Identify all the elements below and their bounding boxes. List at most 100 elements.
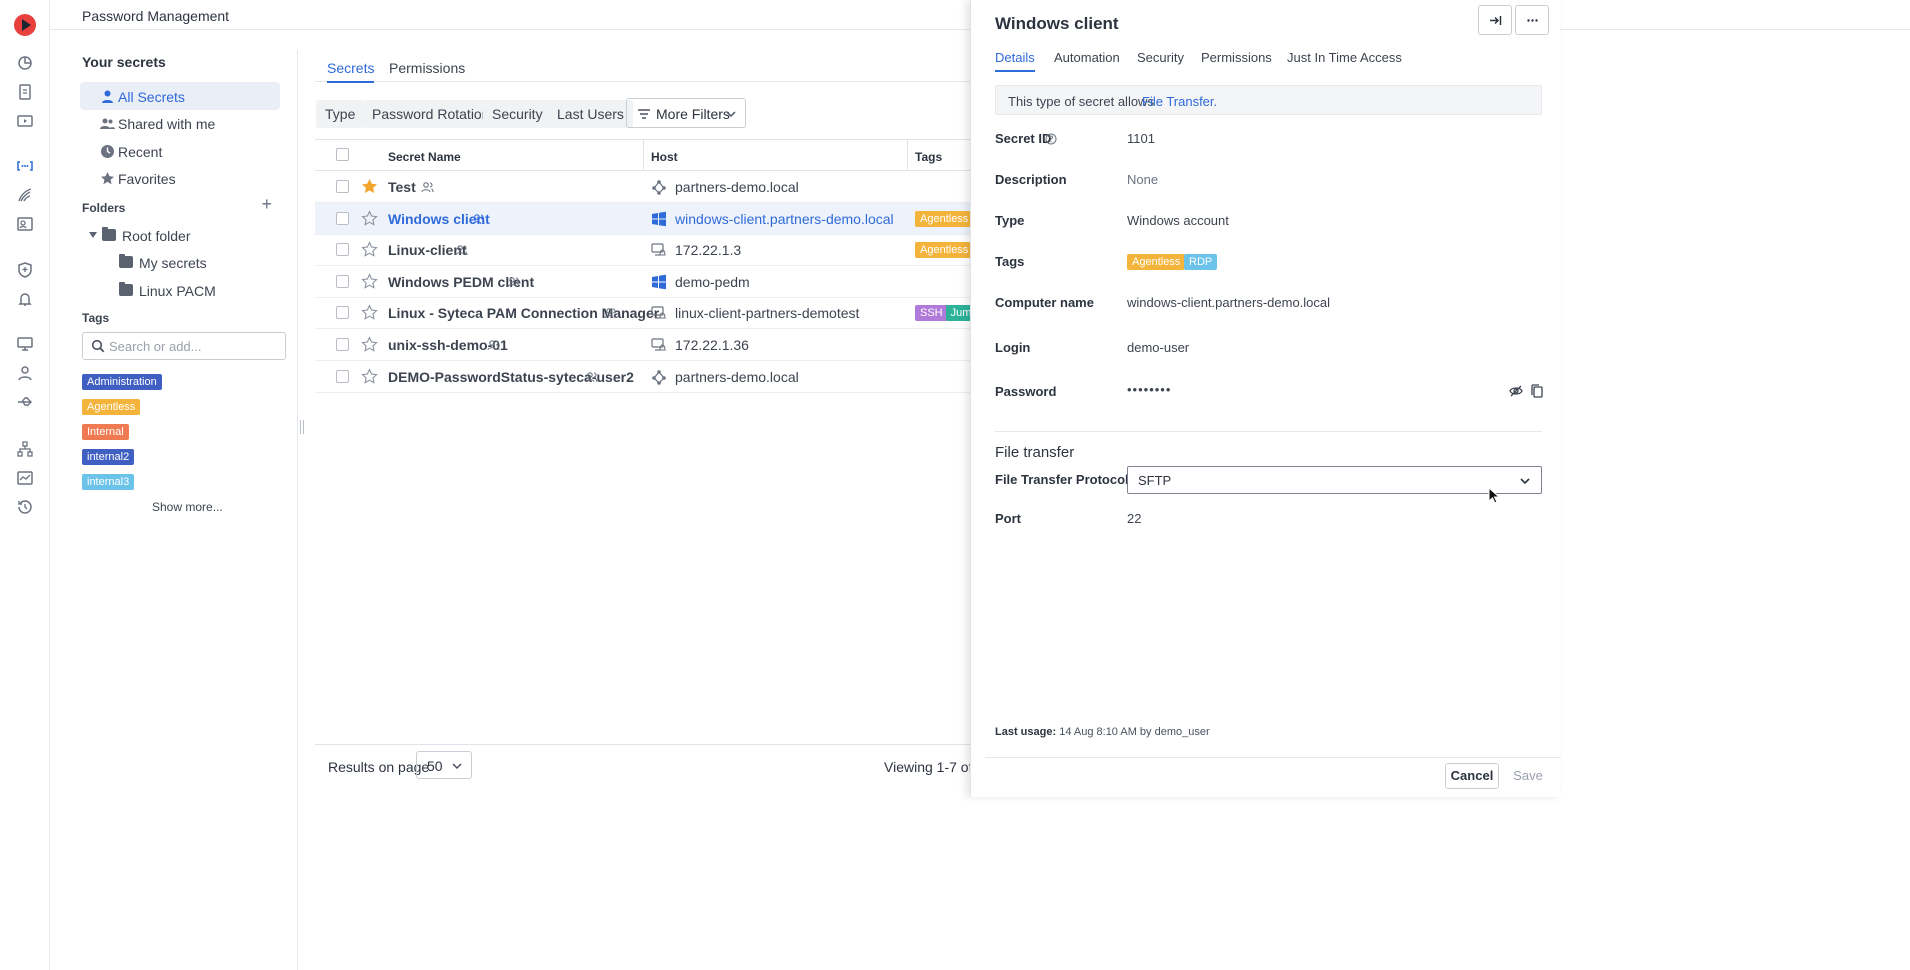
show-more-link[interactable]: Show more... [152,500,223,514]
access-icon[interactable] [16,186,34,204]
tag-chip-internal[interactable]: Internal [82,424,129,440]
nav-recent[interactable]: Recent [80,137,280,165]
history-icon[interactable] [16,498,34,516]
filter-security[interactable]: Security [483,100,552,128]
tag-chip-internal3[interactable]: internal3 [82,474,135,490]
column-divider[interactable] [907,140,908,171]
table-row[interactable]: Windows client windows-client.partners-de… [315,202,975,235]
computer-name-label: Computer name [995,295,1094,310]
table-row[interactable]: Linux - Syteca PAM Connection Manager lin… [315,297,983,330]
file-transfer-link[interactable]: File Transfer. [1142,94,1217,109]
folder-label: My secrets [139,255,207,271]
host-value: partners-demo.local [675,179,799,195]
table-row[interactable]: Windows PEDM client demo-pedm [315,266,975,298]
copy-icon[interactable] [1531,384,1543,398]
shared-users-icon [585,371,598,383]
tab-details[interactable]: Details [995,50,1035,72]
network-icon [651,369,667,385]
user-icon[interactable] [16,364,34,382]
column-tags[interactable]: Tags [915,150,942,164]
tab-just-in-time-access[interactable]: Just In Time Access [1287,50,1402,65]
app-logo[interactable] [14,14,36,36]
star-icon[interactable] [361,304,378,321]
table-header: Secret Name Host Tags [315,139,975,171]
port-value: 22 [1127,511,1142,526]
shield-icon[interactable] [16,261,34,279]
sessions-icon[interactable] [16,112,34,130]
sidebar-divider [297,50,298,970]
filter-last-users[interactable]: Last Users [548,100,633,128]
row-checkbox[interactable] [336,306,349,320]
more-actions-button[interactable] [1515,5,1549,35]
protocol-label: File Transfer Protocol [995,472,1129,487]
column-host[interactable]: Host [651,150,678,164]
filter-type[interactable]: Type [316,100,365,128]
row-checkbox[interactable] [336,211,349,225]
table-row[interactable]: Test partners-demo.local [315,171,975,203]
save-button[interactable]: Save [1506,763,1550,789]
row-checkbox[interactable] [336,180,349,193]
row-checkbox[interactable] [336,274,349,288]
tag-search-input[interactable] [109,337,279,355]
help-icon[interactable] [1045,133,1057,145]
search-icon [91,339,105,353]
select-all-checkbox[interactable] [336,148,349,161]
tab-secrets[interactable]: Secrets [327,60,375,83]
secret-name[interactable]: Linux - Syteca PAM Connection Manager [388,305,659,321]
row-tag: Agentless [915,242,974,259]
row-checkbox[interactable] [336,369,349,383]
chevron-down-icon [1519,475,1531,487]
tag-chip-agentless[interactable]: Agentless [82,399,141,415]
bell-icon[interactable] [16,290,34,308]
star-filled-icon[interactable] [361,178,378,195]
file-transfer-protocol-select[interactable]: SFTP [1127,466,1542,494]
nav-all-secrets[interactable]: All Secrets [80,82,280,110]
row-checkbox[interactable] [336,243,349,257]
filter-password-rotation[interactable]: Password Rotation [363,100,499,128]
tag-chip-internal2[interactable]: internal2 [82,449,135,465]
dashboard-icon[interactable] [16,54,34,72]
type-label: Type [995,213,1025,228]
secret-name[interactable]: Test [388,179,416,195]
reports-icon[interactable] [16,83,34,101]
tab-permissions[interactable]: Permissions [389,60,465,76]
column-secret-name[interactable]: Secret Name [388,150,461,164]
eye-slash-icon[interactable] [1509,384,1523,398]
add-folder-icon[interactable]: + [261,194,272,215]
tag-search-field[interactable] [82,332,286,360]
host-value: partners-demo.local [675,368,799,385]
tab-automation[interactable]: Automation [1054,50,1120,65]
star-icon[interactable] [361,209,378,227]
more-filters-button[interactable]: More Filters [626,98,746,128]
resize-handle[interactable] [300,420,304,434]
star-icon[interactable] [361,367,378,385]
row-tag: Agentless [915,210,974,227]
tab-security[interactable]: Security [1137,50,1184,65]
table-row[interactable]: Linux-client 172.22.1.3 Agentless [315,234,975,267]
password-management-icon[interactable] [16,157,34,175]
nav-favorites[interactable]: Favorites [80,164,280,192]
nav-shared-with-me[interactable]: Shared with me [80,109,280,137]
collapse-caret-icon[interactable] [89,232,97,238]
star-icon[interactable] [361,336,378,353]
star-icon[interactable] [361,241,378,258]
details-panel: Windows client Details Automation Securi… [970,0,1561,797]
nav-label: All Secrets [118,89,185,105]
tab-permissions[interactable]: Permissions [1201,50,1272,65]
monitor-icon[interactable] [16,335,34,353]
table-row[interactable]: DEMO-PasswordStatus-syteca-user2 partners… [315,361,975,393]
shared-users-icon [604,307,617,319]
results-per-page-select[interactable]: 50 [416,751,472,779]
star-icon[interactable] [361,272,378,290]
identity-icon[interactable] [16,215,34,233]
table-row[interactable]: unix-ssh-demo-01 172.22.1.36 [315,329,975,361]
collapse-panel-button[interactable] [1478,5,1512,35]
cancel-button[interactable]: Cancel [1445,763,1499,789]
chevron-down-icon [451,760,463,772]
hierarchy-icon[interactable] [16,440,34,458]
analytics-icon[interactable] [16,469,34,487]
tag-chip-administration[interactable]: Administration [82,374,162,390]
column-divider[interactable] [643,140,644,171]
usb-icon[interactable] [16,393,34,411]
row-checkbox[interactable] [336,338,349,351]
